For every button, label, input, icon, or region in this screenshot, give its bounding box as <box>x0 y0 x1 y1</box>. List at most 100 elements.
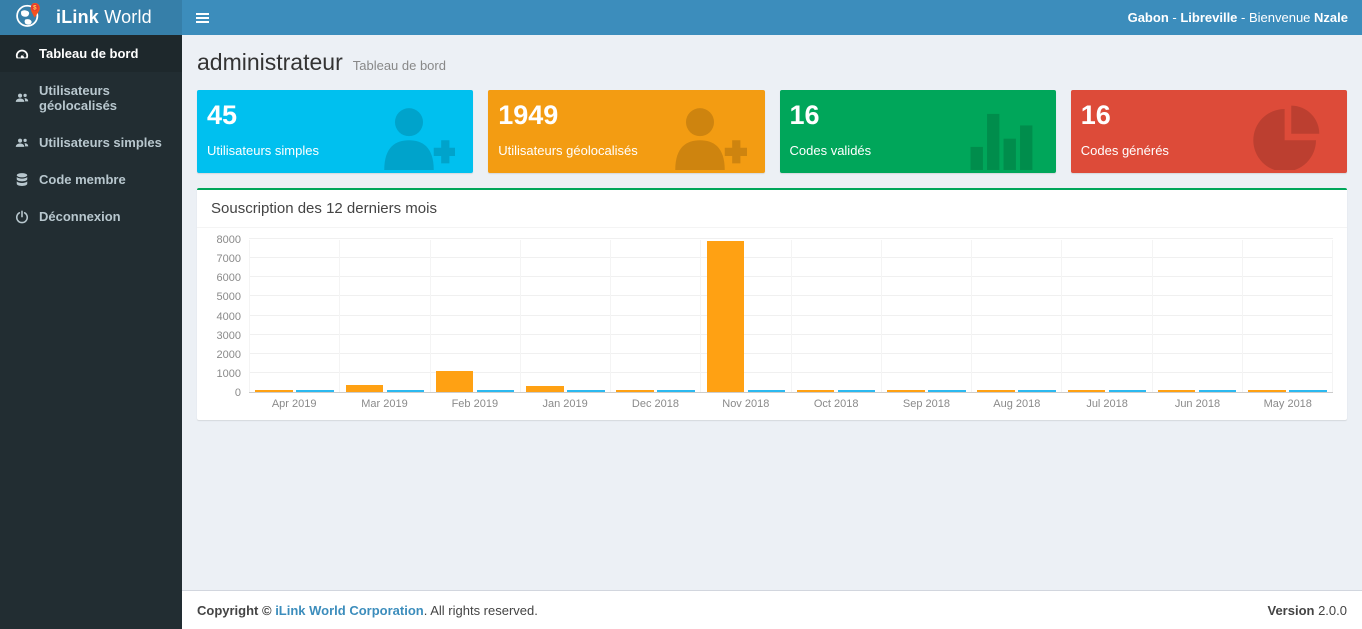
bar-souscriptions-cyan <box>387 390 424 393</box>
sidebar-item-label: Code membre <box>39 172 126 187</box>
user-greeting: Gabon - Libreville - Bienvenue Nzale <box>1128 10 1362 25</box>
chart-panel: Souscription des 12 derniers mois 0 1000 2… <box>197 188 1347 420</box>
y-axis-tick-label: 7000 <box>217 253 241 265</box>
copyright-text: Copyright © iLink World Corporation. All… <box>197 603 538 618</box>
stat-cards-row: 45Utilisateurs simples1949Utilisateurs g… <box>182 86 1362 188</box>
y-axis-tick-label: 6000 <box>217 272 241 284</box>
chart-bar-group <box>792 240 882 392</box>
top-navbar: $ iLink World Gabon - Libreville - Bienv… <box>0 0 1362 35</box>
sidebar-item-tableau-de-bord[interactable]: Tableau de bord <box>0 35 182 72</box>
bar-souscriptions-cyan <box>1199 390 1236 393</box>
chart-bar-group <box>701 240 791 392</box>
bar-souscriptions-cyan <box>296 390 333 393</box>
user-plus-icon <box>667 100 746 167</box>
content-header: administrateur Tableau de bord <box>182 35 1362 86</box>
bar-souscriptions-orange <box>1248 390 1285 393</box>
x-axis-tick-label: Jun 2018 <box>1152 398 1242 410</box>
main-content: administrateur Tableau de bord 45Utilisa… <box>182 35 1362 590</box>
breadcrumb: Tableau de bord <box>353 58 446 73</box>
y-axis-tick-label: 3000 <box>217 330 241 342</box>
x-axis-tick-label: Apr 2019 <box>249 398 339 410</box>
chart-bar-group <box>1243 240 1333 392</box>
dashboard-icon <box>15 47 29 61</box>
bar-souscriptions-orange <box>255 390 292 393</box>
sidebar-nav: Tableau de bord Utilisateurs géolocalisés… <box>0 35 182 629</box>
chart-bar-group <box>611 240 701 392</box>
x-axis-tick-label: Jan 2019 <box>520 398 610 410</box>
gridline <box>249 238 1333 239</box>
bar-souscriptions-cyan <box>567 390 604 393</box>
x-axis-tick-label: Feb 2019 <box>430 398 520 410</box>
pie-chart-icon <box>1250 100 1329 167</box>
chart-bar-group <box>1153 240 1243 392</box>
bar-souscriptions-cyan <box>748 390 785 393</box>
sidebar-toggle-hamburger-icon[interactable] <box>182 0 222 35</box>
sidebar-item-utilisateurs-simples[interactable]: Utilisateurs simples <box>0 124 182 161</box>
chart-body: 010002000300040005000600070008000 Apr 20… <box>197 228 1347 420</box>
svg-text:$: $ <box>33 5 37 12</box>
chart-y-axis: 010002000300040005000600070008000 <box>211 240 249 393</box>
chart-bar-group <box>882 240 972 392</box>
y-axis-tick-label: 2000 <box>217 349 241 361</box>
y-axis-tick-label: 0 <box>235 387 241 399</box>
x-axis-tick-label: Sep 2018 <box>881 398 971 410</box>
sidebar-item-label: Utilisateurs simples <box>39 135 162 150</box>
bar-souscriptions-cyan <box>928 390 965 393</box>
users-icon <box>15 91 29 105</box>
bar-souscriptions-cyan <box>1018 390 1055 393</box>
chart-bar-group <box>521 240 611 392</box>
user-plus-icon <box>376 100 455 167</box>
bar-souscriptions-orange <box>1158 390 1195 393</box>
chart-panel-title: Souscription des 12 derniers mois <box>197 190 1347 228</box>
bar-souscriptions-cyan <box>1289 390 1326 393</box>
bar-souscriptions-orange <box>436 371 473 392</box>
bar-souscriptions-orange <box>346 385 383 392</box>
y-axis-tick-label: 8000 <box>217 234 241 246</box>
chart-plot-area <box>249 240 1333 393</box>
y-axis-tick-label: 5000 <box>217 291 241 303</box>
page-title: administrateur <box>197 49 343 76</box>
bar-souscriptions-orange <box>616 390 653 393</box>
bar-souscriptions-orange <box>797 390 834 393</box>
bar-souscriptions-orange <box>526 386 563 392</box>
sidebar-item-label: Utilisateurs géolocalisés <box>39 83 167 113</box>
version-text: Version 2.0.0 <box>1268 603 1348 618</box>
sidebar-item-label: Déconnexion <box>39 209 121 224</box>
x-axis-tick-label: Nov 2018 <box>701 398 791 410</box>
bar-souscriptions-orange <box>1068 390 1105 393</box>
bar-souscriptions-cyan <box>477 390 514 393</box>
bar-souscriptions-cyan <box>838 390 875 393</box>
app-logo[interactable]: $ iLink World <box>0 0 182 35</box>
sidebar-item-d-connexion[interactable]: Déconnexion <box>0 198 182 235</box>
bar-chart-icon <box>959 100 1038 167</box>
x-axis-tick-label: Mar 2019 <box>339 398 429 410</box>
database-icon <box>15 173 29 187</box>
stat-card-utilisateurs-g-olocalis-s[interactable]: 1949Utilisateurs géolocalisés <box>488 90 764 173</box>
stat-card-codes-g-n-r-s[interactable]: 16Codes générés <box>1071 90 1347 173</box>
x-axis-tick-label: May 2018 <box>1243 398 1333 410</box>
chart-bar-group <box>972 240 1062 392</box>
bar-souscriptions-orange <box>887 390 924 393</box>
sidebar-item-utilisateurs-g-olocalis-s[interactable]: Utilisateurs géolocalisés <box>0 72 182 124</box>
app-title: iLink World <box>56 7 152 28</box>
power-icon <box>15 210 29 224</box>
x-axis-tick-label: Dec 2018 <box>610 398 700 410</box>
bar-souscriptions-cyan <box>657 390 694 393</box>
users-icon <box>15 136 29 150</box>
chart-bar-group <box>249 240 340 392</box>
globe-pin-logo-icon: $ <box>14 0 44 35</box>
bar-souscriptions-orange <box>977 390 1014 393</box>
stat-card-utilisateurs-simples[interactable]: 45Utilisateurs simples <box>197 90 473 173</box>
stat-card-codes-valid-s[interactable]: 16Codes validés <box>780 90 1056 173</box>
x-axis-tick-label: Aug 2018 <box>972 398 1062 410</box>
bar-souscriptions-orange <box>707 241 744 392</box>
chart-x-axis: Apr 2019Mar 2019Feb 2019Jan 2019Dec 2018… <box>249 398 1333 410</box>
sidebar-item-code-membre[interactable]: Code membre <box>0 161 182 198</box>
company-link[interactable]: iLink World Corporation <box>275 603 424 618</box>
chart-bar-group <box>1062 240 1152 392</box>
page-footer: Copyright © iLink World Corporation. All… <box>182 590 1362 629</box>
sidebar-item-label: Tableau de bord <box>39 46 138 61</box>
navbar: Gabon - Libreville - Bienvenue Nzale <box>182 0 1362 35</box>
x-axis-tick-label: Oct 2018 <box>791 398 881 410</box>
y-axis-tick-label: 1000 <box>217 368 241 380</box>
